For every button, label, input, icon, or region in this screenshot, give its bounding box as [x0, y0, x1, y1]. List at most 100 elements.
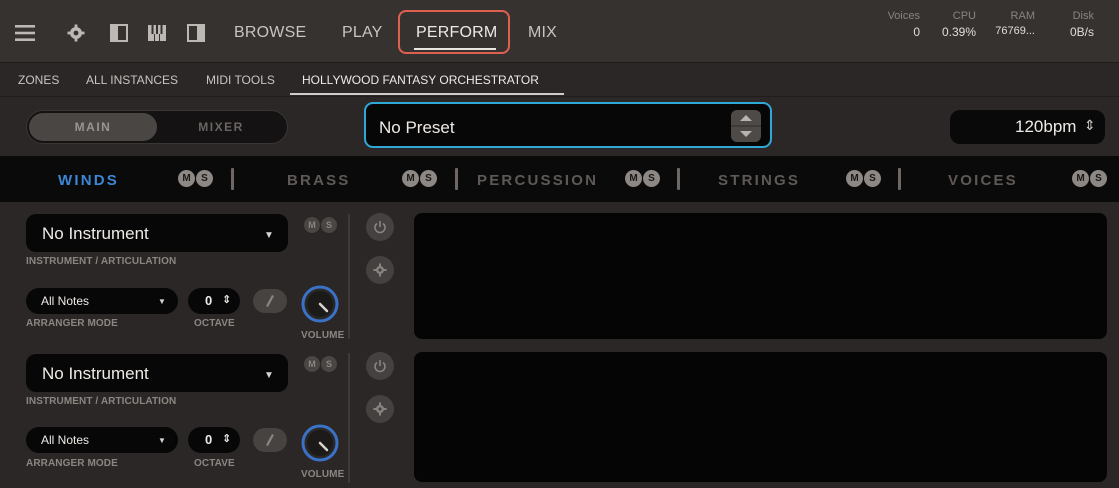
section-tab-brass[interactable]: BRASS — [287, 172, 351, 189]
section-brass-mute-solo: M S — [402, 170, 437, 187]
section-percussion-mute-button[interactable]: M — [625, 170, 642, 187]
nav-mix[interactable]: MIX — [528, 24, 557, 42]
slot-mute-button[interactable]: M — [304, 217, 320, 233]
stepper-arrows-icon[interactable]: ⇕ — [222, 293, 231, 306]
subtab-active-underline — [290, 93, 564, 95]
tab-all-instances[interactable]: ALL INSTANCES — [86, 73, 178, 87]
octave-value: 0 — [205, 293, 213, 308]
section-voices-solo-button[interactable]: S — [1090, 170, 1107, 187]
stat-cpu-label: CPU — [952, 10, 976, 22]
section-winds-solo-button[interactable]: S — [196, 170, 213, 187]
instrument-caption: INSTRUMENT / ARTICULATION — [26, 396, 177, 407]
tab-midi-tools[interactable]: MIDI TOOLS — [206, 73, 275, 87]
volume-knob[interactable] — [300, 423, 340, 468]
section-voices-mute-solo: M S — [1072, 170, 1107, 187]
stat-ram: RAM 76769... — [985, 10, 1035, 37]
instrument-value: No Instrument — [42, 364, 149, 383]
stat-cpu-value: 0.39% — [941, 25, 976, 39]
slot-divider — [348, 353, 350, 483]
sub-tab-bar: ZONES ALL INSTANCES MIDI TOOLS HOLLYWOOD… — [0, 63, 1119, 97]
chevron-down-icon: ▼ — [158, 297, 166, 306]
stat-voices: Voices 0 — [878, 10, 920, 39]
volume-knob[interactable] — [300, 284, 340, 329]
section-brass-solo-button[interactable]: S — [420, 170, 437, 187]
octave-stepper[interactable] — [188, 288, 240, 314]
octave-caption: OCTAVE — [194, 458, 235, 469]
chevron-down-icon: ▼ — [264, 370, 274, 381]
preset-stepper[interactable] — [731, 110, 761, 147]
nav-perform[interactable]: PERFORM — [416, 24, 497, 42]
slot-display-panel — [414, 213, 1107, 339]
mixer-view-button[interactable]: MIXER — [157, 113, 285, 141]
main-view-button[interactable]: MAIN — [29, 113, 157, 141]
instrument-value: No Instrument — [42, 224, 149, 243]
section-percussion-mute-solo: M S — [625, 170, 660, 187]
settings-gear-icon[interactable] — [366, 395, 394, 423]
section-strings-mute-solo: M S — [846, 170, 881, 187]
stat-disk-label: Disk — [1072, 10, 1094, 22]
hamburger-menu-icon[interactable] — [14, 22, 36, 44]
tempo-stepper-icon[interactable]: ⇕ — [1084, 117, 1096, 134]
nav-browse[interactable]: BROWSE — [234, 24, 306, 42]
section-strings-solo-button[interactable]: S — [864, 170, 881, 187]
chevron-down-icon: ▼ — [158, 436, 166, 445]
section-strings-mute-button[interactable]: M — [846, 170, 863, 187]
power-icon[interactable] — [366, 213, 394, 241]
stat-disk: Disk 0B/s — [1050, 10, 1094, 39]
section-winds-mute-solo: M S — [178, 170, 213, 187]
section-percussion-solo-button[interactable]: S — [643, 170, 660, 187]
stat-ram-label: RAM — [1010, 10, 1035, 22]
arranger-mode-caption: ARRANGER MODE — [26, 458, 118, 469]
slot-display-panel — [414, 352, 1107, 482]
section-tab-row: WINDS M S BRASS M S PERCUSSION M S STRIN… — [0, 156, 1119, 202]
slot-solo-button[interactable]: S — [321, 217, 337, 233]
slot-mute-button[interactable]: M — [304, 356, 320, 372]
nav-active-underline — [414, 48, 496, 50]
edit-pencil-icon[interactable] — [253, 428, 287, 452]
control-row: MAIN MIXER — [0, 97, 1119, 156]
keyboard-toggle-icon[interactable] — [145, 22, 169, 44]
stat-ram-value: 76769... — [995, 25, 1035, 37]
stat-disk-value: 0B/s — [1069, 25, 1094, 39]
stat-voices-label: Voices — [887, 10, 920, 22]
section-divider — [677, 168, 680, 190]
section-tab-strings[interactable]: STRINGS — [718, 172, 800, 189]
stat-voices-value: 0 — [913, 25, 920, 39]
volume-caption: VOLUME — [301, 330, 345, 341]
main-mixer-toggle: MAIN MIXER — [26, 110, 288, 144]
volume-caption: VOLUME — [301, 469, 345, 480]
arranger-mode-caption: ARRANGER MODE — [26, 318, 118, 329]
arranger-mode-value: All Notes — [41, 294, 90, 308]
top-bar: BROWSE PLAY PERFORM MIX Voices 0 CPU 0.3… — [0, 0, 1119, 63]
right-panel-toggle-icon[interactable] — [185, 22, 207, 44]
tab-zones[interactable]: ZONES — [18, 73, 59, 87]
slot-mute-solo: M S — [304, 356, 337, 372]
octave-stepper[interactable] — [188, 427, 240, 453]
instrument-caption: INSTRUMENT / ARTICULATION — [26, 256, 177, 267]
edit-pencil-icon[interactable] — [253, 289, 287, 313]
section-voices-mute-button[interactable]: M — [1072, 170, 1089, 187]
settings-gear-icon[interactable] — [366, 256, 394, 284]
power-icon[interactable] — [366, 352, 394, 380]
section-divider — [231, 168, 234, 190]
octave-value: 0 — [205, 432, 213, 447]
stat-cpu: CPU 0.39% — [930, 10, 976, 39]
slot-mute-solo: M S — [304, 217, 337, 233]
tempo-value: 120bpm — [1015, 117, 1077, 136]
tab-hollywood-fantasy-orchestrator[interactable]: HOLLYWOOD FANTASY ORCHESTRATOR — [302, 73, 539, 87]
stepper-arrows-icon[interactable]: ⇕ — [222, 432, 231, 445]
section-divider — [898, 168, 901, 190]
section-tab-percussion[interactable]: PERCUSSION — [477, 172, 598, 189]
slot-divider — [348, 214, 350, 339]
slot-solo-button[interactable]: S — [321, 356, 337, 372]
nav-play[interactable]: PLAY — [342, 24, 383, 42]
left-panel-toggle-icon[interactable] — [108, 22, 130, 44]
section-tab-voices[interactable]: VOICES — [948, 172, 1018, 189]
octave-caption: OCTAVE — [194, 318, 235, 329]
preset-name: No Preset — [379, 118, 455, 137]
section-brass-mute-button[interactable]: M — [402, 170, 419, 187]
section-tab-winds[interactable]: WINDS — [58, 172, 119, 189]
section-winds-mute-button[interactable]: M — [178, 170, 195, 187]
arranger-mode-value: All Notes — [41, 433, 90, 447]
settings-gear-icon[interactable] — [65, 22, 87, 44]
